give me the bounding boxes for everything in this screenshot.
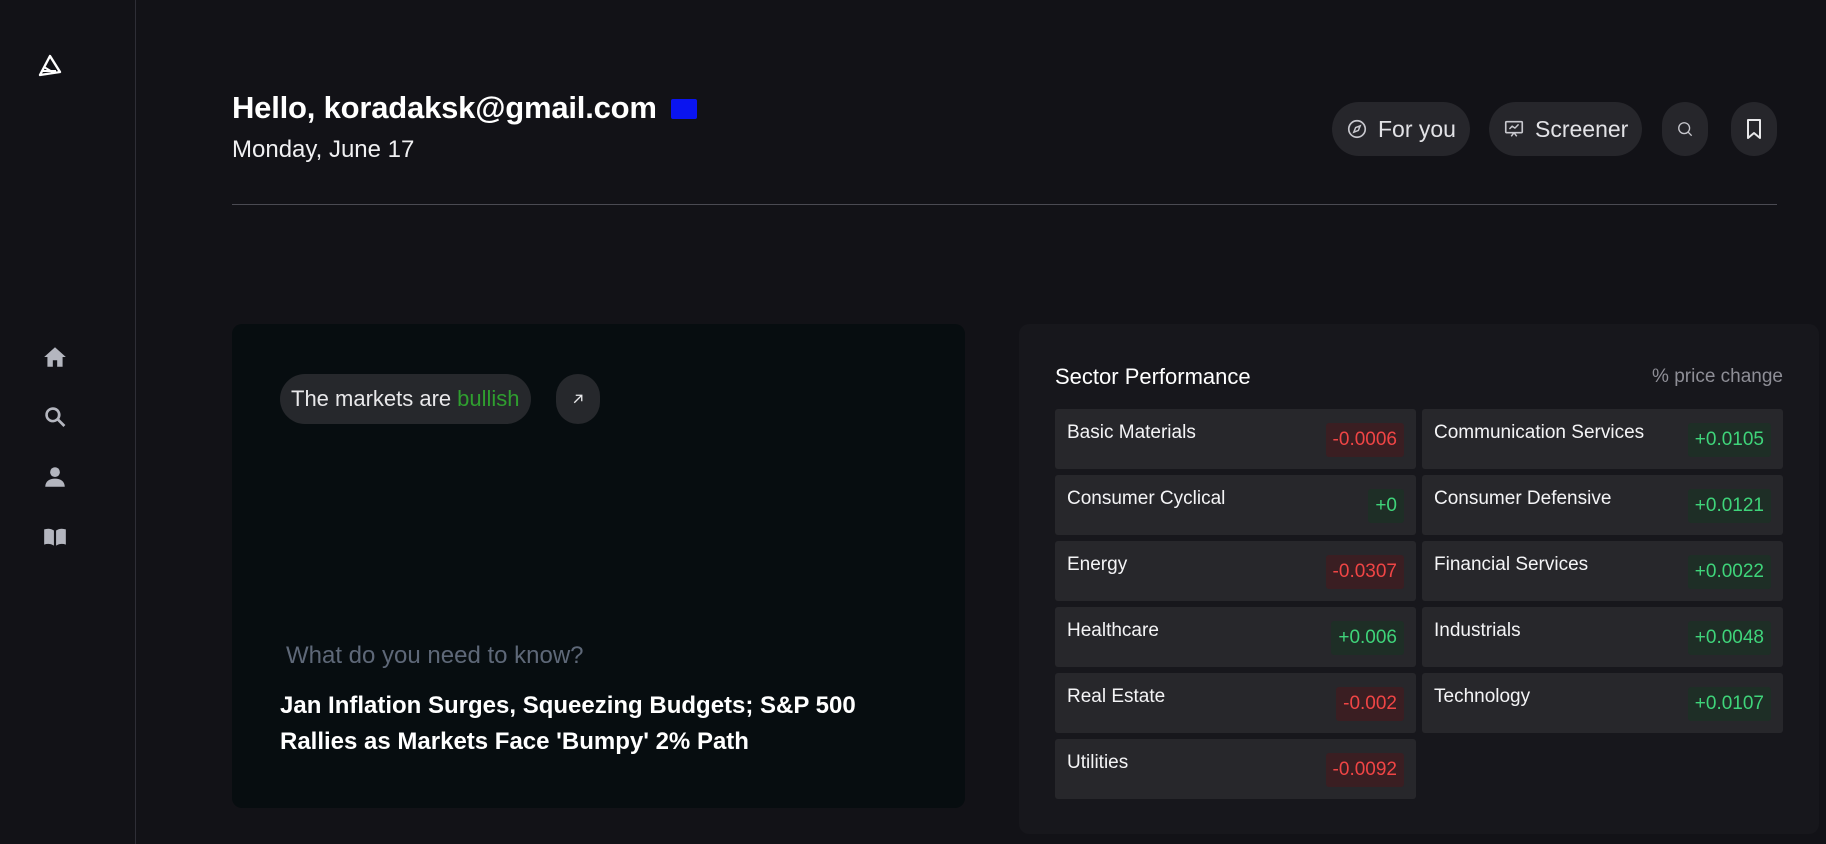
bookmark-button[interactable] xyxy=(1731,102,1777,156)
for-you-label: For you xyxy=(1378,115,1456,142)
market-mood-pill: The markets are bullish xyxy=(280,374,531,424)
sector-tile[interactable]: Industrials +0.0048 xyxy=(1422,607,1783,667)
sector-change-value: -0.002 xyxy=(1336,687,1404,721)
sector-name: Energy xyxy=(1067,554,1128,575)
user-icon[interactable] xyxy=(41,463,69,491)
page-title: Hello, koradaksk@gmail.com xyxy=(232,90,697,126)
for-you-button[interactable]: For you xyxy=(1332,102,1470,156)
sector-change-value: +0.0121 xyxy=(1687,489,1771,523)
sector-name: Healthcare xyxy=(1067,620,1159,641)
sector-name: Industrials xyxy=(1434,620,1521,641)
sector-name: Basic Materials xyxy=(1067,422,1196,443)
arrow-up-right-icon xyxy=(573,394,583,404)
sector-tile[interactable]: Technology +0.0107 xyxy=(1422,673,1783,733)
sector-tile[interactable]: Consumer Defensive +0.0121 xyxy=(1422,475,1783,535)
sector-change-value: -0.0006 xyxy=(1325,423,1404,457)
greeting-text: Hello, koradaksk@gmail.com xyxy=(232,90,657,125)
sector-tile[interactable]: Energy -0.0307 xyxy=(1055,541,1416,601)
sector-tile[interactable]: Real Estate -0.002 xyxy=(1055,673,1416,733)
sector-performance-panel: Sector Performance % price change Basic … xyxy=(1019,324,1819,834)
sector-change-value: +0.0022 xyxy=(1687,555,1771,589)
search-icon[interactable] xyxy=(41,403,69,431)
sector-name: Communication Services xyxy=(1434,422,1645,443)
sector-change-value: -0.0092 xyxy=(1325,753,1404,787)
sector-change-value: -0.0307 xyxy=(1325,555,1404,589)
home-icon[interactable] xyxy=(41,343,69,371)
ask-input[interactable] xyxy=(286,642,906,670)
sector-name: Technology xyxy=(1434,686,1531,707)
sector-tile[interactable]: Healthcare +0.006 xyxy=(1055,607,1416,667)
sector-tile[interactable]: Consumer Cyclical +0 xyxy=(1055,475,1416,535)
sector-tile[interactable]: Basic Materials -0.0006 xyxy=(1055,409,1416,469)
sector-tile[interactable]: Utilities -0.0092 xyxy=(1055,739,1416,799)
sector-tile[interactable]: Communication Services +0.0105 xyxy=(1422,409,1783,469)
open-mood-button[interactable] xyxy=(556,374,600,424)
book-icon[interactable] xyxy=(41,523,69,551)
date-text: Monday, June 17 xyxy=(232,136,415,163)
sector-name: Consumer Defensive xyxy=(1434,488,1612,509)
market-card: The markets are bullish Jan Inflation Su… xyxy=(232,324,965,808)
sector-name: Utilities xyxy=(1067,752,1129,773)
compass-icon xyxy=(1347,119,1367,139)
screener-icon xyxy=(1504,120,1524,137)
screener-label: Screener xyxy=(1535,115,1629,142)
sector-name: Real Estate xyxy=(1067,686,1166,707)
sector-tile[interactable]: Financial Services +0.0022 xyxy=(1422,541,1783,601)
sector-change-value: +0.0048 xyxy=(1687,621,1771,655)
header-search-button[interactable] xyxy=(1662,102,1708,156)
sector-change-value: +0.0105 xyxy=(1687,423,1771,457)
sector-name: Financial Services xyxy=(1434,554,1589,575)
logo-icon[interactable] xyxy=(36,51,64,79)
search-icon xyxy=(1678,122,1693,137)
sector-change-value: +0.0107 xyxy=(1687,687,1771,721)
sector-title: Sector Performance xyxy=(1055,364,1251,389)
sector-change-value: +0 xyxy=(1368,489,1404,523)
badge-icon xyxy=(670,99,697,119)
market-mood-value: bullish xyxy=(457,386,520,411)
sidebar xyxy=(0,0,136,844)
news-headline[interactable]: Jan Inflation Surges, Squeezing Budgets;… xyxy=(280,688,920,760)
sector-name: Consumer Cyclical xyxy=(1067,488,1226,509)
bookmark-icon xyxy=(1747,119,1761,139)
header-divider xyxy=(232,204,1777,205)
sector-subtitle: % price change xyxy=(1652,366,1783,387)
sector-change-value: +0.006 xyxy=(1331,621,1404,655)
screener-button[interactable]: Screener xyxy=(1489,102,1643,156)
market-mood-prefix: The markets are xyxy=(291,386,452,411)
